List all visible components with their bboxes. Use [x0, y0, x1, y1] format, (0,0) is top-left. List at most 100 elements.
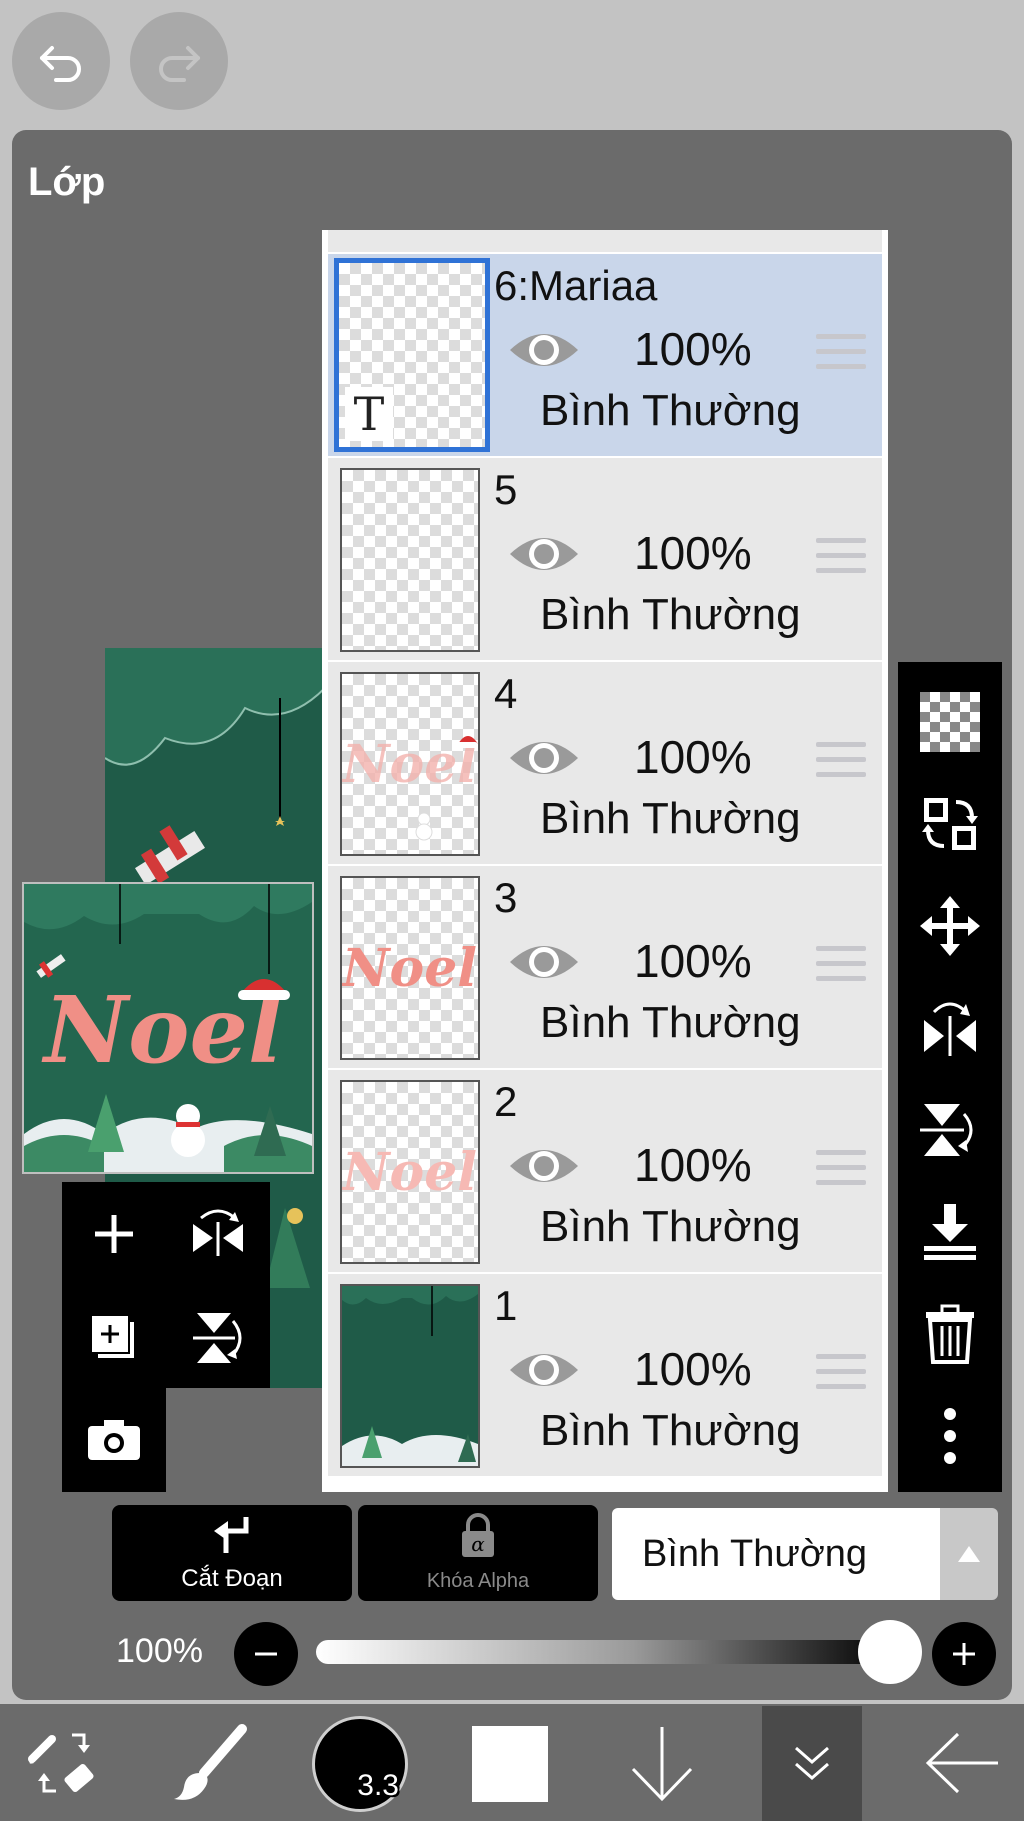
tool-switch-button[interactable] — [14, 1704, 114, 1821]
layer-name: 3 — [494, 874, 518, 921]
add-layer-button[interactable] — [62, 1182, 166, 1286]
double-chevron-down-icon — [795, 1746, 829, 1780]
opacity-slider[interactable] — [316, 1640, 892, 1664]
svg-text:Noel: Noel — [342, 938, 477, 999]
brush-eraser-switch-icon — [28, 1733, 94, 1792]
plus-icon — [95, 1215, 133, 1253]
left-tools — [62, 1182, 270, 1388]
duplicate-layer-icon — [90, 1314, 136, 1360]
alpha-lock-label: Khóa Alpha — [426, 1570, 530, 1592]
undo-icon — [40, 46, 81, 82]
swap-icon — [922, 798, 978, 850]
layer-name: 2 — [494, 1078, 518, 1125]
eye-icon[interactable] — [508, 324, 580, 376]
opacity-slider-knob[interactable] — [858, 1620, 922, 1684]
flip-horizontal-button[interactable] — [166, 1182, 270, 1286]
clipping-label: Cắt Đoạn — [181, 1565, 283, 1592]
swap-layer-button[interactable] — [898, 774, 1002, 874]
caret-up-icon — [958, 1546, 980, 1562]
blend-mode-value: Bình Thường — [642, 1532, 868, 1575]
layer-name: 5 — [494, 466, 518, 513]
move-icon — [920, 896, 980, 956]
blend-mode-dropdown-button[interactable] — [940, 1508, 998, 1600]
eye-icon[interactable] — [508, 528, 580, 580]
layer-opacity: 100% — [634, 935, 752, 987]
left-tools-camera — [62, 1388, 166, 1492]
panel-title: Lớp — [28, 160, 106, 204]
drag-handle-icon[interactable] — [816, 1354, 866, 1399]
duplicate-layer-button[interactable] — [62, 1286, 166, 1390]
layer-name: 4 — [494, 670, 518, 717]
redo-icon — [159, 46, 200, 82]
alpha-lock-button[interactable]: α Khóa Alpha — [358, 1505, 598, 1601]
flip-horizontal-right-button[interactable] — [898, 978, 1002, 1078]
back-button[interactable] — [912, 1704, 1012, 1821]
flip-vertical-icon — [920, 1104, 973, 1156]
redo-button[interactable] — [130, 12, 228, 110]
layer-thumbnail — [340, 1284, 480, 1468]
layer-list[interactable]: T 6:Mariaa 100% Bình Thường 5 100% Bình … — [322, 230, 888, 1492]
layer-row[interactable]: 1 100% Bình Thường — [328, 1274, 882, 1478]
layer-thumbnail: T — [334, 258, 490, 452]
layer-name: 6:Mariaa — [494, 262, 658, 309]
layer-down-button[interactable] — [612, 1704, 712, 1821]
drag-handle-icon[interactable] — [816, 1150, 866, 1195]
merge-down-icon — [924, 1204, 976, 1260]
drag-handle-icon[interactable] — [816, 742, 866, 787]
layer-row[interactable]: Noel 2 100% Bình Thường — [328, 1070, 882, 1274]
eye-icon[interactable] — [508, 1344, 580, 1396]
merge-down-button[interactable] — [898, 1182, 1002, 1282]
layer-opacity: 100% — [634, 1343, 752, 1395]
more-options-button[interactable] — [898, 1386, 1002, 1486]
transparent-fill-button[interactable] — [898, 672, 1002, 772]
drag-handle-icon[interactable] — [816, 538, 866, 583]
layer-blend-mode: Bình Thường — [540, 1202, 801, 1251]
layer-blend-mode: Bình Thường — [540, 1406, 801, 1455]
svg-text:Noel: Noel — [342, 1142, 477, 1203]
layer-row[interactable]: 5 100% Bình Thường — [328, 458, 882, 662]
layers-panel-button[interactable] — [762, 1706, 862, 1821]
eye-icon[interactable] — [508, 732, 580, 784]
drag-handle-icon[interactable] — [816, 334, 866, 379]
delete-layer-button[interactable] — [898, 1284, 1002, 1384]
layer-thumbnail: Noel — [340, 672, 480, 856]
canvas-thumbnail[interactable]: Noel — [22, 882, 314, 1174]
layer-opacity: 100% — [634, 1139, 752, 1191]
opacity-value: 100% — [116, 1632, 203, 1670]
layer-name: 1 — [494, 1282, 518, 1329]
opacity-decrease-button[interactable] — [234, 1622, 298, 1686]
layer-thumbnail — [340, 468, 480, 652]
eye-icon[interactable] — [508, 936, 580, 988]
opacity-increase-button[interactable] — [932, 1622, 996, 1686]
layer-row[interactable]: Noel 3 100% Bình Thường — [328, 866, 882, 1070]
eye-icon[interactable] — [508, 1140, 580, 1192]
move-button[interactable] — [898, 876, 1002, 976]
blend-mode-select[interactable]: Bình Thường — [612, 1508, 940, 1600]
layer-row[interactable]: Noel 4 100% Bình Thường — [328, 662, 882, 866]
layer-opacity: 100% — [634, 731, 752, 783]
clipping-button[interactable]: Cắt Đoạn — [112, 1505, 352, 1601]
layer-thumbnail: Noel — [340, 1080, 480, 1264]
layer-row-partial — [328, 230, 882, 254]
layer-thumbnail: Noel — [340, 876, 480, 1060]
flip-horizontal-icon — [924, 1002, 976, 1056]
brush-tool-button[interactable] — [160, 1704, 260, 1821]
camera-icon — [88, 1420, 140, 1460]
arrow-down-icon — [631, 1726, 693, 1801]
flip-vertical-button[interactable] — [166, 1286, 270, 1390]
layer-opacity: 100% — [634, 323, 752, 375]
undo-button[interactable] — [12, 12, 110, 110]
brush-size-button[interactable]: 3.3 — [312, 1716, 408, 1812]
checkerboard-icon — [920, 692, 980, 752]
drag-handle-icon[interactable] — [816, 946, 866, 991]
flip-horizontal-icon — [193, 1209, 243, 1256]
camera-button[interactable] — [62, 1388, 166, 1492]
color-swatch[interactable] — [472, 1726, 548, 1802]
layer-row[interactable]: T 6:Mariaa 100% Bình Thường — [328, 254, 882, 458]
trash-icon — [926, 1304, 974, 1364]
flip-vertical-icon — [193, 1313, 242, 1363]
layer-opacity: 100% — [634, 527, 752, 579]
layer-blend-mode: Bình Thường — [540, 794, 801, 843]
flip-vertical-right-button[interactable] — [898, 1080, 1002, 1180]
layer-blend-mode: Bình Thường — [540, 590, 801, 639]
